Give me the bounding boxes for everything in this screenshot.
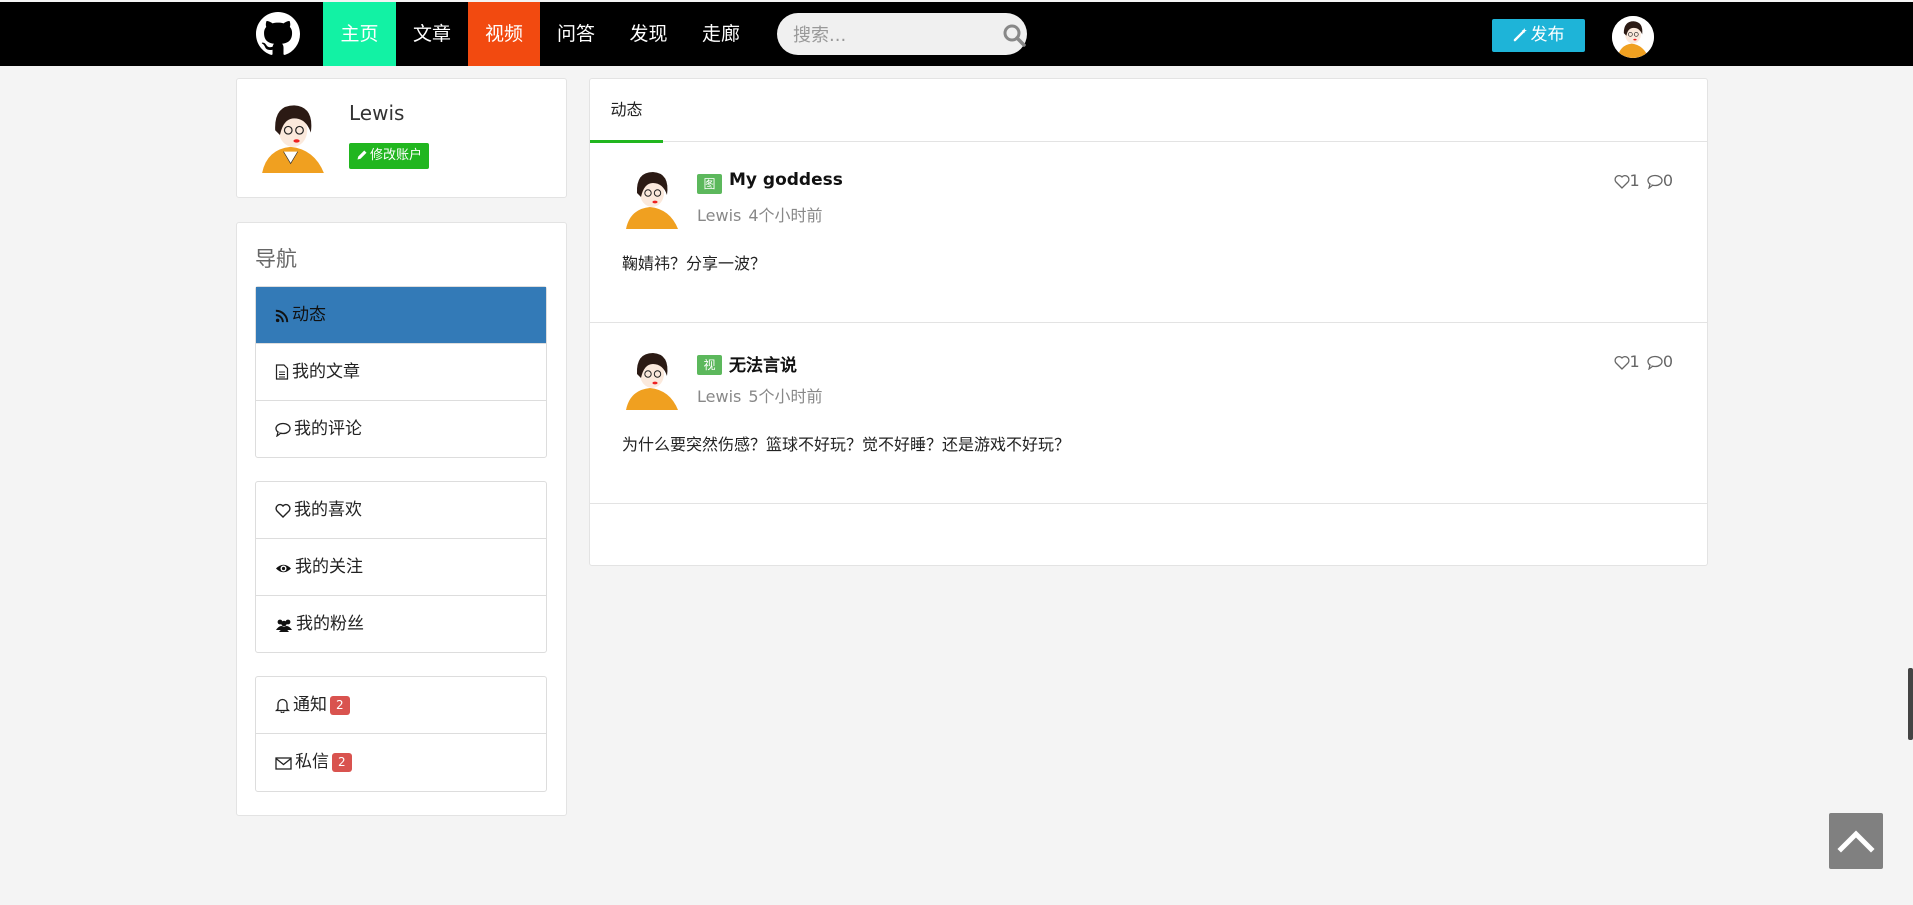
post-author[interactable]: Lewis [697,206,741,225]
document-icon [275,364,289,380]
eye-icon [276,564,291,573]
search-box [777,13,1027,57]
sidebar-item-private-messages[interactable]: 私信 2 [256,734,546,790]
github-icon[interactable] [256,12,300,56]
post-type-badge: 视 [697,355,722,375]
sidebar-item-label: 私信 [295,752,329,772]
avatar-illustration [1612,16,1654,58]
sidebar-group-messages: 通知 2 私信 2 [255,676,547,792]
feed-post: 视 无法言说 Lewis 5个小时前 为什么要突然伤感？篮球不好玩？觉不好睡？还是… [590,323,1707,504]
notification-count-badge: 2 [330,696,350,715]
top-navbar: 主页 文章 视频 问答 发现 走廊 发布 [0,2,1913,66]
post-title[interactable]: 无法言说 [729,351,797,376]
message-count-badge: 2 [332,753,352,772]
post-meta: Lewis 5个小时前 [697,383,823,407]
bell-icon [274,698,291,714]
edit-account-button[interactable]: 修改账户 [349,143,430,169]
scroll-to-top-button[interactable] [1829,813,1883,869]
rss-icon [275,309,289,323]
sidebar-item-label: 我的评论 [294,419,362,439]
sidebar-item-label: 我的喜欢 [294,500,362,520]
search-input[interactable] [791,13,990,57]
user-avatar[interactable] [1612,16,1654,58]
sidebar-group-social: 我的喜欢 我的关注 我的粉丝 [255,481,547,653]
sidebar-item-label: 动态 [292,305,326,325]
search-icon[interactable] [1002,23,1026,47]
nav-item-videos[interactable]: 视频 [468,2,540,66]
post-type-badge: 图 [697,174,722,194]
sidebar-item-label: 通知 [293,695,327,715]
nav-item-corridor[interactable]: 走廊 [685,2,757,66]
comment-count: 0 [1662,171,1673,190]
chevron-up-icon [1837,830,1875,853]
post-body: 鞠婧祎？分享一波？ [622,254,767,273]
nav-item-home[interactable]: 主页 [323,2,396,66]
post-author-avatar[interactable] [620,165,684,229]
sidebar-group-activity: 动态 我的文章 我的评论 [255,286,547,458]
post-author-avatar[interactable] [620,346,684,410]
post-meta: Lewis 4个小时前 [697,202,823,226]
sidebar-item-my-fans[interactable]: 我的粉丝 [256,596,546,652]
heart-icon[interactable] [1613,355,1630,370]
sidebar-item-label: 我的粉丝 [296,614,364,634]
like-count: 1 [1629,352,1640,371]
sidebar-item-my-articles[interactable]: 我的文章 [256,344,546,401]
comment-count: 0 [1662,352,1673,371]
scrollbar-thumb[interactable] [1908,668,1913,740]
post-stats: 1 0 [1613,171,1675,190]
profile-card: Lewis 修改账户 [236,78,567,198]
tab-activity[interactable]: 动态 [590,79,663,143]
edit-account-label: 修改账户 [370,148,423,163]
sidebar-item-label: 我的关注 [295,557,363,577]
feed-post: 图 My goddess Lewis 4个小时前 鞠婧祎？分享一波？ 1 0 [590,142,1707,323]
comment-icon [275,422,291,438]
sidebar-item-my-comments[interactable]: 我的评论 [256,401,546,457]
post-author[interactable]: Lewis [697,387,741,406]
users-icon [276,619,292,632]
post-stats: 1 0 [1613,352,1675,371]
sidebar-title: 导航 [255,247,297,271]
pencil-icon [357,150,367,160]
nav-item-qa[interactable]: 问答 [540,2,612,66]
magic-wand-icon [1513,27,1527,42]
post-time: 5个小时前 [748,387,823,406]
envelope-icon [275,757,292,770]
heart-icon[interactable] [1613,174,1630,189]
sidebar-item-notifications[interactable]: 通知 2 [256,677,546,734]
comment-icon[interactable] [1647,355,1663,371]
nav-item-articles[interactable]: 文章 [396,2,468,66]
publish-button[interactable]: 发布 [1492,19,1585,52]
sidebar-item-activity[interactable]: 动态 [256,287,546,344]
comment-icon[interactable] [1647,174,1663,190]
sidebar-item-my-likes[interactable]: 我的喜欢 [256,482,546,539]
sidebar-item-my-follows[interactable]: 我的关注 [256,539,546,596]
post-body: 为什么要突然伤感？篮球不好玩？觉不好睡？还是游戏不好玩？ [622,435,1071,454]
post-time: 4个小时前 [748,206,823,225]
sidebar-navigation: 导航 动态 我的文章 我的评论 我的喜欢 我的关注 我的粉丝 通知 2 私信 2 [236,222,567,816]
profile-name: Lewis [349,101,405,125]
profile-avatar[interactable] [255,97,331,173]
like-count: 1 [1629,171,1640,190]
feed-tabbar: 动态 [590,79,1707,143]
publish-label: 发布 [1530,25,1565,45]
activity-feed: 动态 图 My goddess Lewis 4个小时前 鞠婧祎？分享一波？ 1 0 [589,78,1708,566]
post-title[interactable]: My goddess [729,170,843,190]
heart-icon [275,503,291,518]
sidebar-item-label: 我的文章 [292,362,360,382]
nav-item-discover[interactable]: 发现 [612,2,685,66]
